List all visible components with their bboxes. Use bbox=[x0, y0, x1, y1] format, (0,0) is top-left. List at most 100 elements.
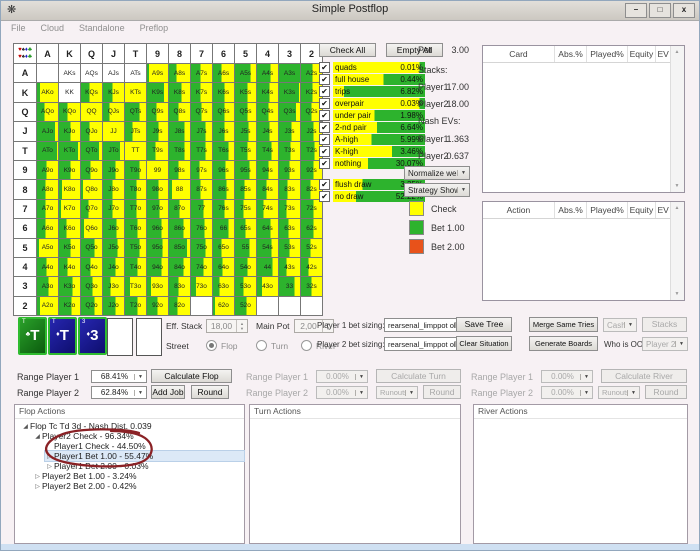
menu-item-cloud[interactable]: Cloud bbox=[41, 21, 65, 35]
tree-node-content[interactable]: ▷ Player2 Bet 1.00 - 3.24% bbox=[33, 471, 136, 481]
matrix-cell-T4o[interactable]: T4o bbox=[125, 257, 146, 277]
matrix-cell-Q9o[interactable]: Q9o bbox=[81, 160, 102, 180]
checkbox[interactable]: ✔ bbox=[319, 191, 330, 202]
matrix-cell-QJs[interactable]: QJs bbox=[103, 102, 124, 122]
matrix-cell-QJo[interactable]: QJo bbox=[81, 122, 102, 141]
matrix-cell-J4o[interactable]: J4o bbox=[103, 257, 124, 277]
column-header-card[interactable]: Card bbox=[483, 46, 555, 62]
matrix-cell-94s[interactable]: 94s bbox=[257, 160, 278, 180]
checkbox[interactable]: ✔ bbox=[319, 62, 330, 73]
tree-node-content[interactable]: ▷ Player1 Bet 1.00 - 55.47% bbox=[44, 450, 245, 462]
matrix-cell-T5s[interactable]: T5s bbox=[235, 141, 256, 160]
matrix-cell-62s[interactable]: 62s bbox=[301, 219, 322, 238]
tree-collapsed-icon[interactable]: ▷ bbox=[45, 453, 54, 460]
board-card-3-diamond[interactable]: 3 ♦3 bbox=[78, 317, 107, 355]
matrix-cell-J3s[interactable]: J3s bbox=[279, 122, 300, 141]
matrix-cell-J8o[interactable]: J8o bbox=[103, 180, 124, 199]
matrix-cell-53o[interactable]: 53o bbox=[235, 277, 256, 296]
empty-card-slot[interactable] bbox=[107, 318, 133, 356]
matrix-cell-85s[interactable]: 85s bbox=[235, 180, 256, 199]
tree-node[interactable]: ▷ Player2 Bet 2.00 - 0.42% bbox=[15, 481, 244, 491]
generate-boards-button[interactable]: Generate Boards bbox=[529, 336, 598, 351]
board-card-T-club[interactable]: T ♣T bbox=[18, 317, 47, 355]
matrix-cell-K4s[interactable]: K4s bbox=[257, 83, 278, 102]
matrix-cell-87o[interactable]: 87o bbox=[169, 199, 190, 219]
checkbox[interactable]: ✔ bbox=[319, 74, 330, 85]
matrix-cell-99[interactable]: 99 bbox=[147, 160, 168, 180]
matrix-cell-42s[interactable]: 42s bbox=[301, 257, 322, 277]
checkbox[interactable]: ✔ bbox=[319, 146, 330, 157]
matrix-cell-Q8s[interactable]: Q8s bbox=[169, 102, 190, 122]
checkbox[interactable]: ✔ bbox=[319, 134, 330, 145]
matrix-cell-J2o[interactable]: J2o bbox=[103, 296, 124, 316]
matrix-cell-AQo[interactable]: AQo bbox=[37, 102, 58, 122]
matrix-cell-JTo[interactable]: JTo bbox=[103, 141, 124, 160]
board-card-T-diamond[interactable]: T ♦T bbox=[48, 317, 77, 355]
matrix-cell-T6o[interactable]: T6o bbox=[125, 219, 146, 238]
tree-collapsed-icon[interactable]: ▷ bbox=[33, 473, 42, 480]
matrix-cell-43o[interactable]: 43o bbox=[257, 277, 278, 296]
matrix-cell-J3o[interactable]: J3o bbox=[103, 277, 124, 296]
cash-dropdown[interactable]: Cash ▼ bbox=[603, 318, 637, 332]
matrix-cell-KJs[interactable]: KJs bbox=[103, 83, 124, 102]
matrix-cell-93s[interactable]: 93s bbox=[279, 160, 300, 180]
matrix-cell-A8o[interactable]: A8o bbox=[37, 180, 58, 199]
matrix-cell-A3s[interactable]: A3s bbox=[279, 64, 300, 83]
eff-stack-spinner[interactable]: 18,00 ▲ ▼ bbox=[206, 319, 248, 333]
matrix-cell-86o[interactable]: 86o bbox=[169, 219, 190, 238]
matrix-cell-QTs[interactable]: QTs bbox=[125, 102, 146, 122]
matrix-cell-T7o[interactable]: T7o bbox=[125, 199, 146, 219]
matrix-cell-Q2o[interactable]: Q2o bbox=[81, 296, 102, 316]
category-bar[interactable]: 2-nd pair 6.64% bbox=[333, 122, 425, 133]
matrix-cell-93o[interactable]: 93o bbox=[147, 277, 168, 296]
matrix-cell-A7o[interactable]: A7o bbox=[37, 199, 58, 219]
matrix-cell-73o[interactable]: 73o bbox=[191, 277, 212, 296]
matrix-cell-64o[interactable]: 64o bbox=[213, 257, 234, 277]
action-table-scrollbar[interactable]: ▲ ▼ bbox=[670, 202, 684, 300]
matrix-cell-74s[interactable]: 74s bbox=[257, 199, 278, 219]
range-player2-combo[interactable]: 62.84% ▼ bbox=[91, 386, 147, 399]
matrix-cell-75o[interactable]: 75o bbox=[191, 238, 212, 257]
menu-item-standalone[interactable]: Standalone bbox=[79, 21, 125, 35]
matrix-cell-K8s[interactable]: K8s bbox=[169, 83, 190, 102]
runouts-turn-dropdown[interactable]: Runouts ▼ bbox=[376, 386, 418, 399]
column-header-played[interactable]: Played% bbox=[587, 46, 628, 62]
matrix-cell-88[interactable]: 88 bbox=[169, 180, 190, 199]
clear-situation-button[interactable]: Clear Situation bbox=[456, 336, 512, 351]
matrix-cell-Q7o[interactable]: Q7o bbox=[81, 199, 102, 219]
matrix-cell-Q5s[interactable]: Q5s bbox=[235, 102, 256, 122]
suit-♣-icon[interactable]: ♣ bbox=[28, 54, 32, 60]
matrix-cell-J9o[interactable]: J9o bbox=[103, 160, 124, 180]
maximize-button[interactable]: □ bbox=[649, 3, 671, 18]
matrix-cell-A8s[interactable]: A8s bbox=[169, 64, 190, 83]
menu-item-file[interactable]: File bbox=[11, 21, 26, 35]
tree-node-content[interactable]: ◢ Player2 Check - 96.34% bbox=[33, 431, 133, 441]
normalize-weight-dropdown[interactable]: Normalize weight ▼ bbox=[404, 166, 470, 180]
matrix-cell-63o[interactable]: 63o bbox=[213, 277, 234, 296]
category-bar[interactable]: K-high 3.46% bbox=[333, 146, 425, 157]
matrix-cell-T3o[interactable]: T3o bbox=[125, 277, 146, 296]
range-player1-combo[interactable]: 68.41% ▼ bbox=[91, 370, 147, 383]
matrix-cell-empty[interactable] bbox=[301, 296, 322, 316]
matrix-cell-76s[interactable]: 76s bbox=[213, 199, 234, 219]
matrix-cell-92o[interactable]: 92o bbox=[147, 296, 168, 316]
oop-player-dropdown[interactable]: Player 2 ▼ bbox=[642, 337, 688, 351]
checkbox[interactable]: ✔ bbox=[319, 158, 330, 169]
matrix-cell-J7o[interactable]: J7o bbox=[103, 199, 124, 219]
round-river-button[interactable]: Round bbox=[645, 385, 687, 399]
matrix-cell-Q3s[interactable]: Q3s bbox=[279, 102, 300, 122]
matrix-cell-Q6s[interactable]: Q6s bbox=[213, 102, 234, 122]
calculate-turn-button[interactable]: Calculate Turn bbox=[376, 369, 461, 383]
suit-♣-icon[interactable]: ♣ bbox=[28, 47, 32, 53]
matrix-cell-83s[interactable]: 83s bbox=[279, 180, 300, 199]
matrix-cell-62o[interactable]: 62o bbox=[213, 296, 234, 316]
matrix-cell-Q9s[interactable]: Q9s bbox=[147, 102, 168, 122]
matrix-cell-AQs[interactable]: AQs bbox=[81, 64, 102, 83]
matrix-cell-JTs[interactable]: JTs bbox=[125, 122, 146, 141]
matrix-cell-Q4o[interactable]: Q4o bbox=[81, 257, 102, 277]
matrix-cell-JJ[interactable]: JJ bbox=[103, 122, 124, 141]
matrix-cell-33[interactable]: 33 bbox=[279, 277, 300, 296]
matrix-cell-J4s[interactable]: J4s bbox=[257, 122, 278, 141]
matrix-cell-74o[interactable]: 74o bbox=[191, 257, 212, 277]
matrix-cell-A4s[interactable]: A4s bbox=[257, 64, 278, 83]
